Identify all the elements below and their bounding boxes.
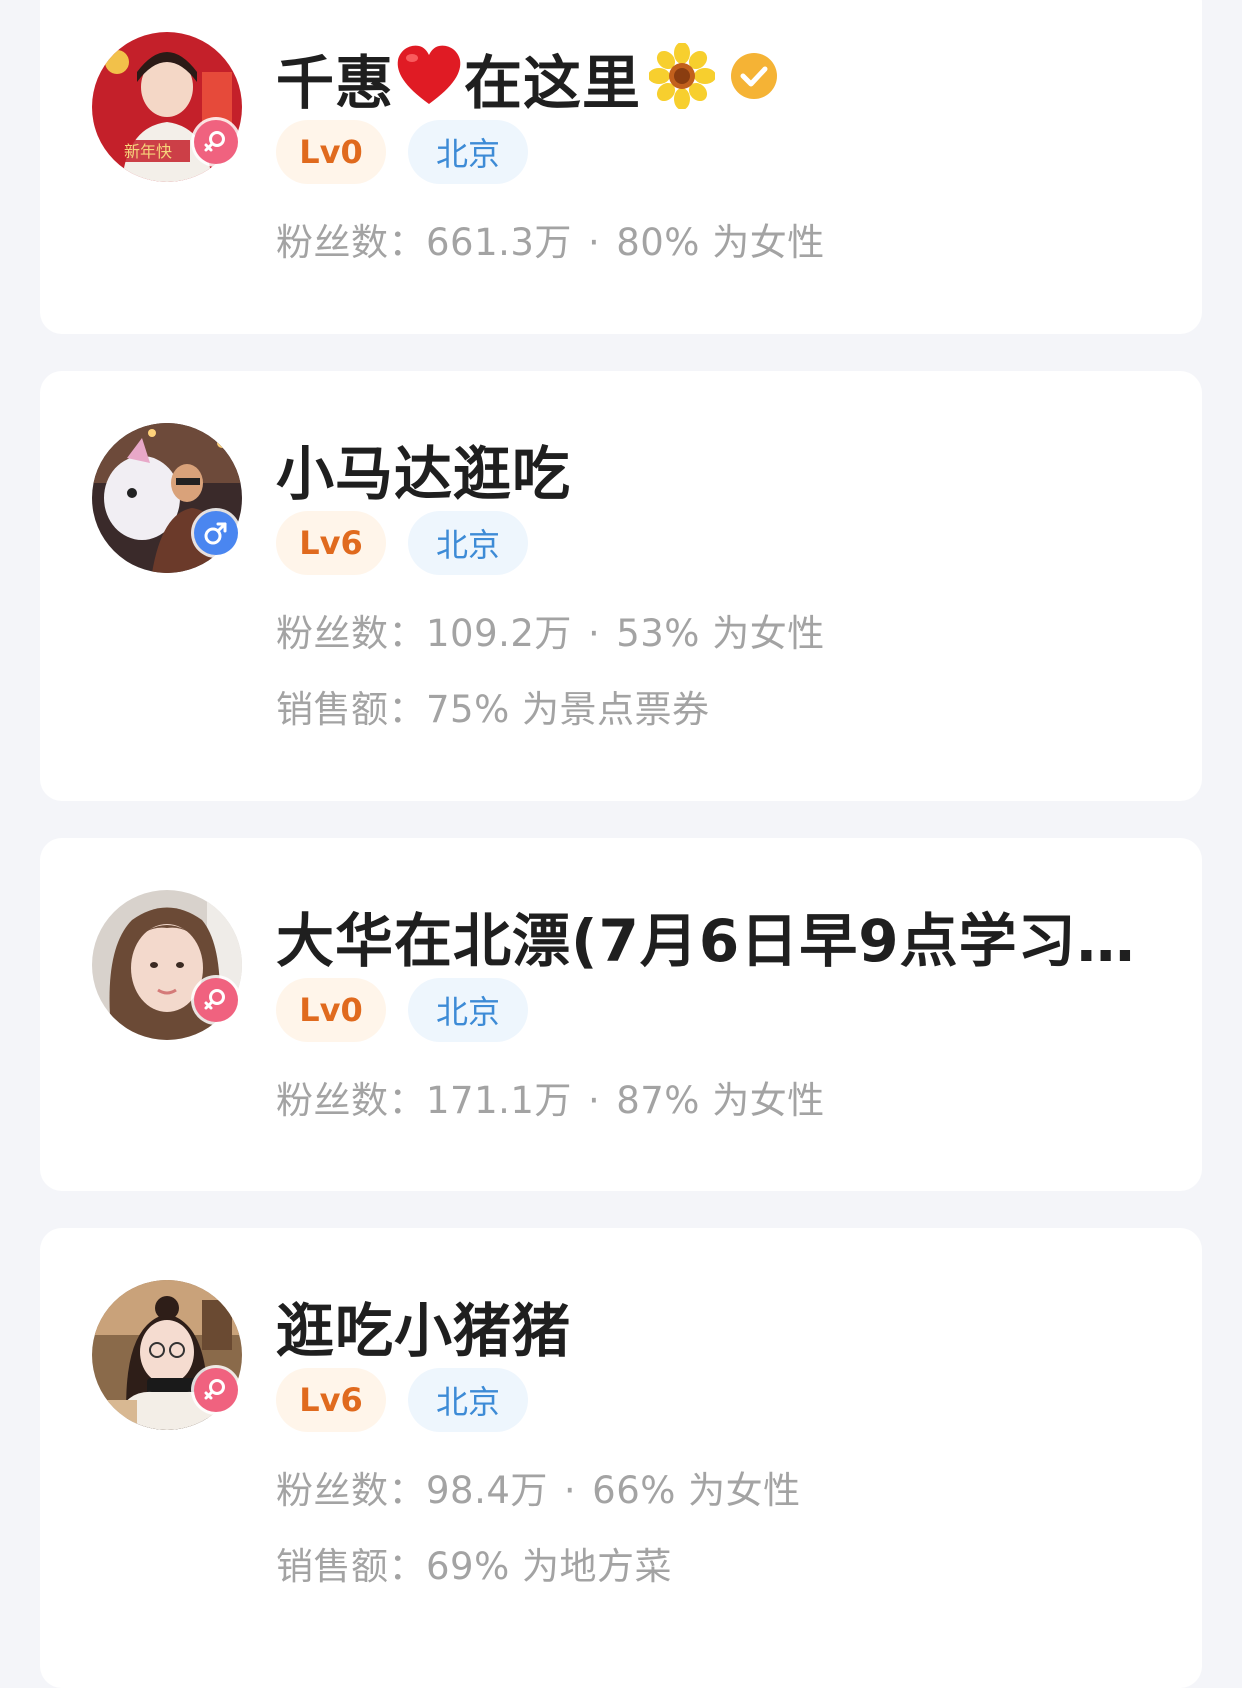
influencer-card[interactable]: 新年快 千惠 在这里 Lv0 北京 粉丝数：661.3万 · 80% 为女性 (40, 0, 1202, 334)
influencer-card[interactable]: 大华在北漂(7月6日早9点学习... Lv0 北京 粉丝数：171.1万 · 87%… (40, 838, 1202, 1191)
level-tag: Lv6 (276, 511, 386, 575)
city-tag: 北京 (408, 1368, 528, 1432)
sunflower-emoji-icon (648, 42, 717, 113)
gender-ratio: 66% 为女性 (592, 1469, 801, 1512)
fans-label: 粉丝数： (276, 221, 426, 264)
gender-ratio: 87% 为女性 (616, 1079, 825, 1122)
influencer-name: 大华在北漂(7月6日早9点学习... (276, 907, 1142, 975)
influencer-card[interactable]: 逛吃小猪猪 Lv6 北京 粉丝数：98.4万 · 66% 为女性 销售额：69% 为… (40, 1228, 1202, 1688)
svg-text:新年快: 新年快 (124, 142, 172, 161)
fans-label: 粉丝数： (276, 612, 426, 655)
sales-label: 销售额： (276, 1545, 426, 1588)
city-tag: 北京 (408, 511, 528, 575)
verified-badge-icon (729, 51, 779, 105)
level-tag: Lv0 (276, 120, 386, 184)
fans-count: 661.3万 (426, 221, 572, 264)
female-gender-icon (194, 120, 238, 164)
gender-ratio: 53% 为女性 (616, 612, 825, 655)
avatar[interactable] (92, 890, 242, 1040)
influencer-name-suffix: 在这里 (464, 49, 642, 117)
influencer-list: 新年快 千惠 在这里 Lv0 北京 粉丝数：661.3万 · 80% 为女性 小… (0, 0, 1242, 1688)
fans-stat: 粉丝数：171.1万 · 87% 为女性 (276, 1070, 825, 1124)
influencer-name: 千惠 (276, 49, 395, 117)
fans-count: 98.4万 (426, 1469, 548, 1512)
influencer-name: 逛吃小猪猪 (276, 1297, 572, 1365)
fans-stat: 粉丝数：661.3万 · 80% 为女性 (276, 212, 825, 266)
tag-row: Lv6 北京 (276, 511, 528, 575)
fans-count: 109.2万 (426, 612, 572, 655)
fans-count: 171.1万 (426, 1079, 572, 1122)
fans-label: 粉丝数： (276, 1469, 426, 1512)
sales-label: 销售额： (276, 688, 426, 731)
separator: · (587, 612, 601, 655)
avatar[interactable]: 新年快 (92, 32, 242, 182)
tag-row: Lv0 北京 (276, 120, 528, 184)
sales-stat: 销售额：75% 为景点票券 (276, 679, 710, 733)
sales-value: 69% 为地方菜 (426, 1545, 672, 1588)
female-gender-icon (194, 978, 238, 1022)
separator: · (563, 1469, 577, 1512)
avatar[interactable] (92, 1280, 242, 1430)
separator: · (587, 1079, 601, 1122)
male-gender-icon (194, 511, 238, 555)
heart-emoji-icon (394, 44, 464, 112)
sales-stat: 销售额：69% 为地方菜 (276, 1536, 672, 1590)
city-tag: 北京 (408, 120, 528, 184)
separator: · (587, 221, 601, 264)
level-tag: Lv6 (276, 1368, 386, 1432)
name-row[interactable]: 大华在北漂(7月6日早9点学习... (276, 896, 1142, 976)
tag-row: Lv0 北京 (276, 978, 528, 1042)
level-tag: Lv0 (276, 978, 386, 1042)
city-tag: 北京 (408, 978, 528, 1042)
fans-label: 粉丝数： (276, 1079, 426, 1122)
influencer-card[interactable]: 小马达逛吃 Lv6 北京 粉丝数：109.2万 · 53% 为女性 销售额：75% … (40, 371, 1202, 801)
name-row[interactable]: 千惠 在这里 (276, 38, 1142, 118)
tag-row: Lv6 北京 (276, 1368, 528, 1432)
name-row[interactable]: 小马达逛吃 (276, 429, 1142, 509)
gender-ratio: 80% 为女性 (616, 221, 825, 264)
fans-stat: 粉丝数：98.4万 · 66% 为女性 (276, 1460, 801, 1514)
influencer-name: 小马达逛吃 (276, 440, 572, 508)
avatar[interactable] (92, 423, 242, 573)
female-gender-icon (194, 1368, 238, 1412)
fans-stat: 粉丝数：109.2万 · 53% 为女性 (276, 603, 825, 657)
name-row[interactable]: 逛吃小猪猪 (276, 1286, 1142, 1366)
sales-value: 75% 为景点票券 (426, 688, 710, 731)
